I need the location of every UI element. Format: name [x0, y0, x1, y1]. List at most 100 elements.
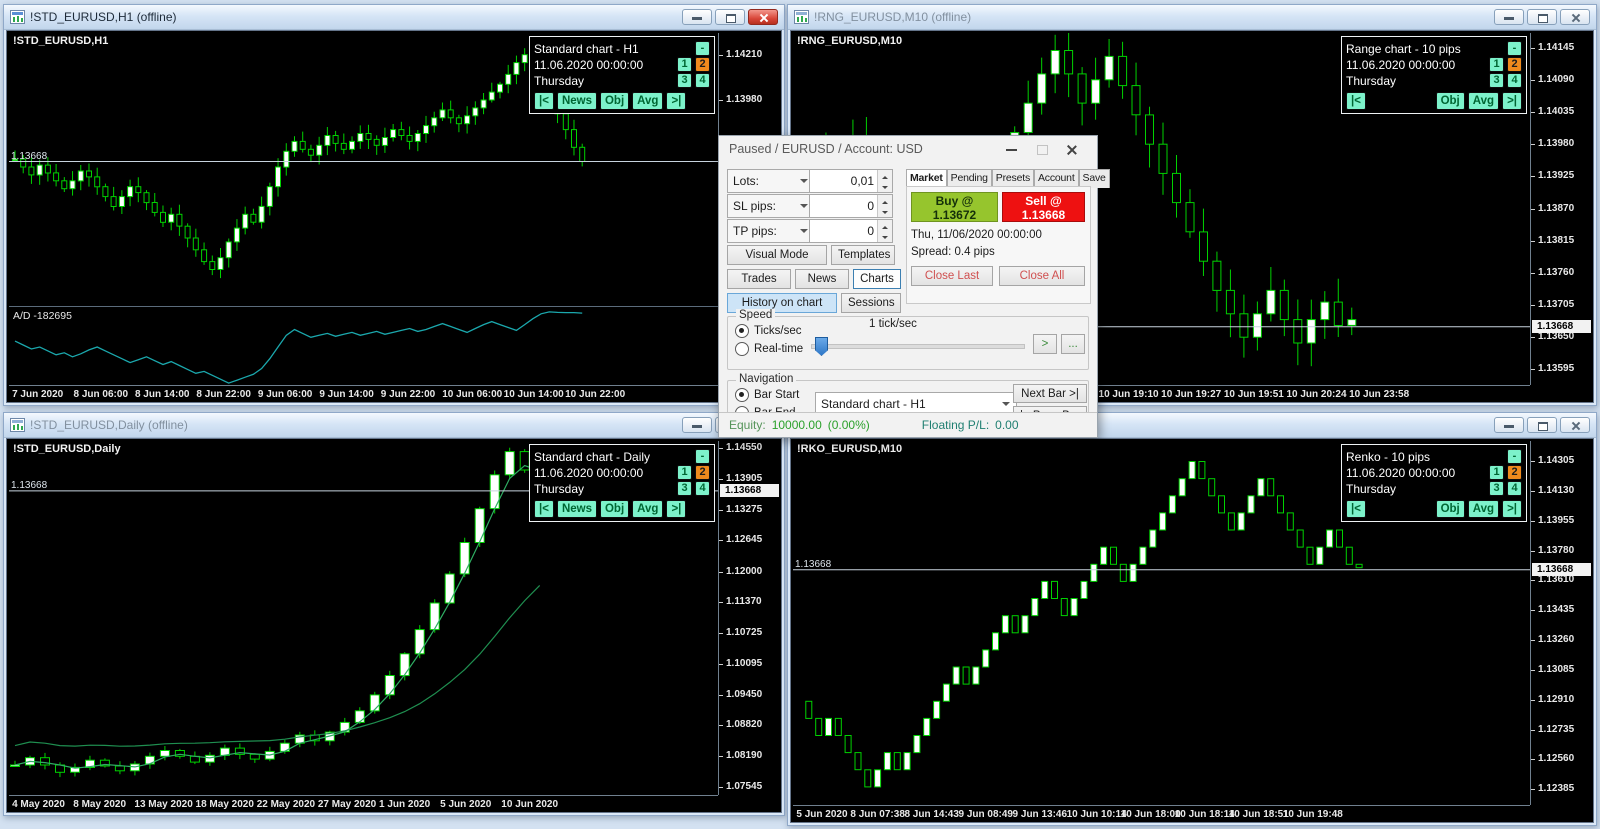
step-button[interactable]: >: [1033, 334, 1057, 354]
panel-button-2[interactable]: 2: [1507, 465, 1522, 480]
dialog-titlebar[interactable]: Paused / EURUSD / Account: USD: [719, 136, 1097, 162]
panel-button-2[interactable]: 2: [1507, 57, 1522, 72]
close-button[interactable]: [748, 9, 778, 25]
price-tick: 1.14305: [1538, 455, 1574, 466]
panel-last-button[interactable]: >|: [1502, 92, 1522, 110]
dialog-close-button[interactable]: [1057, 140, 1087, 158]
panel-button-4[interactable]: 4: [695, 481, 710, 496]
time-tick: 27 May 2020: [318, 799, 376, 810]
time-tick: 7 Jun 2020: [12, 389, 63, 400]
close-last-button[interactable]: Close Last: [911, 266, 993, 286]
panel-avg-button[interactable]: Avg: [1468, 500, 1499, 518]
titlebar[interactable]: !STD_EURUSD,H1 (offline): [4, 5, 784, 30]
sl-pips-select[interactable]: SL pips:: [727, 194, 815, 218]
panel-news-button[interactable]: News: [557, 500, 597, 518]
panel-last-button[interactable]: >|: [1502, 500, 1522, 518]
sl-spin-down[interactable]: [878, 206, 892, 217]
panel-last-button[interactable]: >|: [666, 500, 686, 518]
lots-select[interactable]: Lots:: [727, 169, 815, 193]
panel-collapse-button[interactable]: -: [695, 41, 710, 56]
price-tick: 1.12000: [726, 566, 762, 577]
panel-obj-button[interactable]: Obj: [1436, 500, 1465, 518]
minimize-button[interactable]: [1494, 417, 1524, 433]
close-button[interactable]: [1560, 417, 1590, 433]
tp-pips-field[interactable]: 0: [809, 219, 893, 243]
chart-area[interactable]: !RKO_EURUSD,M10 1.13668 1.143051.141301.…: [790, 438, 1594, 823]
news-button[interactable]: News: [795, 269, 849, 289]
panel-news-button[interactable]: News: [557, 92, 597, 110]
panel-obj-button[interactable]: Obj: [1436, 92, 1465, 110]
dialog-minimize-button[interactable]: [997, 140, 1027, 158]
price-tick: 1.13275: [726, 504, 762, 515]
real-time-radio[interactable]: Real-time: [735, 342, 803, 356]
panel-first-button[interactable]: |<: [534, 500, 554, 518]
panel-last-button[interactable]: >|: [666, 92, 686, 110]
panel-first-button[interactable]: |<: [534, 92, 554, 110]
titlebar[interactable]: !STD_EURUSD,Daily (offline): [4, 413, 784, 438]
panel-button-1[interactable]: 1: [1489, 465, 1504, 480]
current-price-tag: 1.13668: [1532, 320, 1591, 333]
panel-obj-button[interactable]: Obj: [600, 500, 629, 518]
price-tick: 1.13870: [1538, 203, 1574, 214]
tick-mark: [719, 479, 723, 480]
visual-mode-button[interactable]: Visual Mode: [727, 245, 827, 265]
panel-button-1[interactable]: 1: [677, 57, 692, 72]
tick-mark: [1531, 80, 1535, 81]
price-tick: 1.13705: [1538, 299, 1574, 310]
price-tick: 1.13435: [1538, 604, 1574, 615]
panel-button-2[interactable]: 2: [695, 465, 710, 480]
charts-button[interactable]: Charts: [853, 269, 901, 289]
tp-spin-down[interactable]: [878, 231, 892, 242]
speed-slider[interactable]: [811, 344, 1025, 349]
minimize-button[interactable]: [1494, 9, 1524, 25]
templates-button[interactable]: Templates: [831, 245, 895, 265]
panel-button-3[interactable]: 3: [677, 481, 692, 496]
trades-button[interactable]: Trades: [727, 269, 791, 289]
panel-button-1[interactable]: 1: [677, 465, 692, 480]
lots-field[interactable]: 0,01: [809, 169, 893, 193]
panel-button-3[interactable]: 3: [1489, 481, 1504, 496]
more-button[interactable]: ...: [1061, 334, 1085, 354]
ticks-per-sec-radio[interactable]: Ticks/sec: [735, 324, 802, 338]
dialog-maximize-button[interactable]: [1027, 140, 1057, 158]
minimize-button[interactable]: [682, 9, 712, 25]
panel-button-2[interactable]: 2: [695, 57, 710, 72]
sell-button[interactable]: Sell @ 1.13668: [1002, 192, 1085, 222]
panel-button-4[interactable]: 4: [695, 73, 710, 88]
panel-first-button[interactable]: |<: [1346, 500, 1366, 518]
panel-collapse-button[interactable]: -: [1507, 449, 1522, 464]
maximize-button[interactable]: [715, 9, 745, 25]
close-button[interactable]: [1560, 9, 1590, 25]
next-bar-button[interactable]: Next Bar >|: [1013, 384, 1087, 403]
sl-spin-up[interactable]: [878, 195, 892, 206]
panel-obj-button[interactable]: Obj: [600, 92, 629, 110]
panel-collapse-button[interactable]: -: [695, 449, 710, 464]
maximize-button[interactable]: [1527, 9, 1557, 25]
panel-button-4[interactable]: 4: [1507, 73, 1522, 88]
minimize-button[interactable]: [682, 417, 712, 433]
panel-avg-button[interactable]: Avg: [632, 500, 663, 518]
lots-spin-down[interactable]: [878, 181, 892, 192]
close-all-button[interactable]: Close All: [999, 266, 1085, 286]
panel-button-1[interactable]: 1: [1489, 57, 1504, 72]
chart-area[interactable]: !STD_EURUSD,Daily 1.13668 1.145501.13905…: [6, 438, 782, 813]
sessions-button[interactable]: Sessions: [841, 293, 901, 313]
time-tick: 10 Jun 19:48: [1283, 809, 1343, 820]
panel-collapse-button[interactable]: -: [1507, 41, 1522, 56]
maximize-button[interactable]: [1527, 417, 1557, 433]
panel-avg-button[interactable]: Avg: [632, 92, 663, 110]
sl-pips-field[interactable]: 0: [809, 194, 893, 218]
panel-first-button[interactable]: |<: [1346, 92, 1366, 110]
bar-start-radio[interactable]: Bar Start: [735, 388, 799, 402]
panel-button-3[interactable]: 3: [1489, 73, 1504, 88]
panel-avg-button[interactable]: Avg: [1468, 92, 1499, 110]
panel-button-3[interactable]: 3: [677, 73, 692, 88]
chart-area[interactable]: !STD_EURUSD,H1 A/D -182695 1.13668 1.142…: [6, 30, 782, 403]
price-tick: 1.13260: [1538, 634, 1574, 645]
titlebar[interactable]: !RNG_EURUSD,M10 (offline): [788, 5, 1596, 30]
panel-button-4[interactable]: 4: [1507, 481, 1522, 496]
lots-spin-up[interactable]: [878, 170, 892, 181]
buy-button[interactable]: Buy @ 1.13672: [911, 192, 998, 222]
tp-pips-select[interactable]: TP pips:: [727, 219, 815, 243]
tp-spin-up[interactable]: [878, 220, 892, 231]
